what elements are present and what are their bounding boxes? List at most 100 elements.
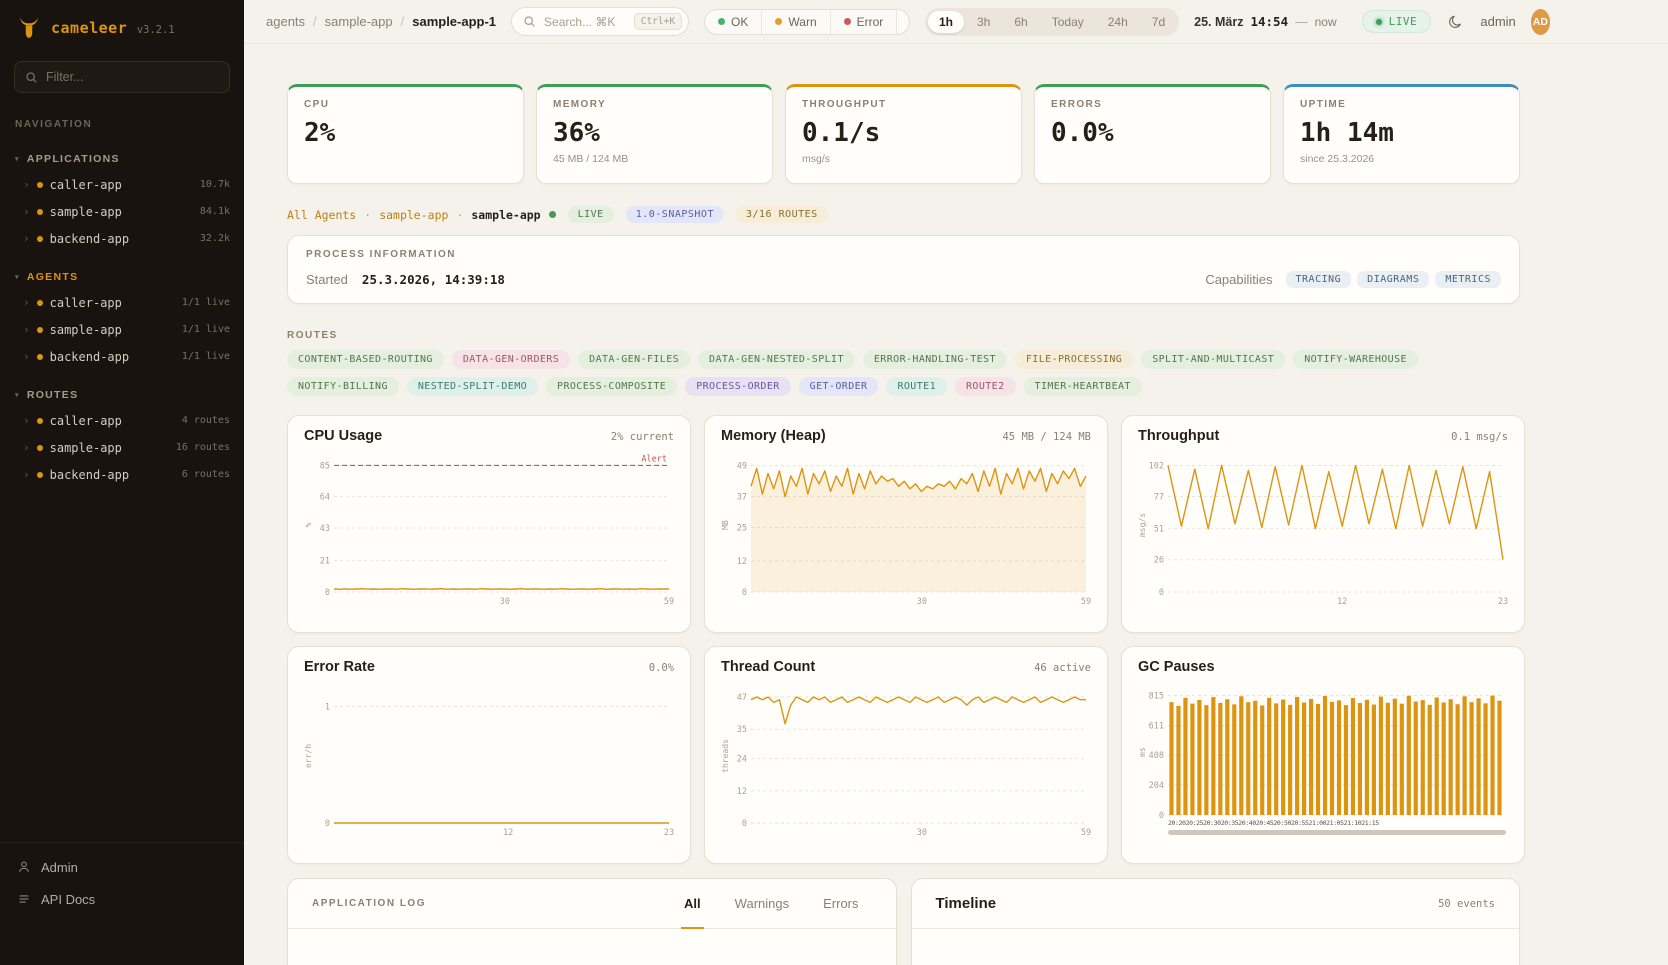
route-chip-process-order[interactable]: PROCESS-ORDER (685, 377, 790, 396)
chevron-right-icon: › (23, 232, 30, 245)
svg-text:77: 77 (1154, 492, 1164, 502)
svg-text:0: 0 (1159, 811, 1164, 821)
chart-header: Throughput0.1 msg/s (1138, 428, 1508, 444)
agent-badge-1-0-snapshot: 1.0-SNAPSHOT (626, 206, 724, 223)
chevron-down-icon: ▾ (15, 155, 20, 163)
chart-card-error-rate: Error Rate0.0%011223err/h (287, 646, 691, 864)
gc-time-scrollbar[interactable] (1168, 830, 1506, 835)
live-indicator[interactable]: LIVE (1362, 10, 1432, 33)
app-name: cameleer (51, 19, 127, 37)
chart-plot: 011223err/h (304, 679, 674, 839)
svg-text:23: 23 (664, 828, 674, 838)
route-chip-error-handling-test[interactable]: ERROR-HANDLING-TEST (863, 350, 1007, 369)
agent-bar: All Agents·sample-app·sample-appLIVE1.0-… (287, 206, 1520, 223)
sidebar-item-label: backend-app (50, 350, 129, 364)
route-chip-route1[interactable]: ROUTE1 (886, 377, 947, 396)
svg-text:85: 85 (320, 461, 330, 471)
breadcrumb-separator: / (313, 14, 317, 29)
svg-text:102: 102 (1149, 461, 1164, 471)
capability-diagrams: DIAGRAMS (1357, 271, 1429, 288)
datetime-separator: — (1295, 15, 1308, 29)
sidebar-item-routes-backend-app[interactable]: ›backend-app6 routes (0, 461, 244, 488)
chart-title: Throughput (1138, 428, 1219, 444)
time-range-today[interactable]: Today (1041, 11, 1095, 33)
svg-text:12: 12 (737, 557, 747, 567)
route-chip-notify-billing[interactable]: NOTIFY-BILLING (287, 377, 399, 396)
dark-mode-toggle[interactable] (1446, 9, 1465, 35)
sidebar-item-routes-sample-app[interactable]: ›sample-app16 routes (0, 434, 244, 461)
route-chip-timer-heartbeat[interactable]: TIMER-HEARTBEAT (1024, 377, 1142, 396)
svg-text:0: 0 (1159, 588, 1164, 598)
route-chip-split-and-multicast[interactable]: SPLIT-AND-MULTICAST (1141, 350, 1285, 369)
svg-text:35: 35 (737, 725, 747, 735)
sidebar-item-agents-caller-app[interactable]: ›caller-app1/1 live (0, 289, 244, 316)
time-range-24h[interactable]: 24h (1097, 11, 1139, 33)
app-logo[interactable]: cameleer v3.2.1 (0, 0, 244, 51)
sidebar: cameleer v3.2.1 NAVIGATION ▾APPLICATIONS… (0, 0, 244, 965)
now-label: now (1315, 15, 1337, 29)
chart-current-value: 2% current (611, 431, 674, 443)
status-filters: OK WarnErrorRunning (704, 9, 910, 35)
stat-value: 2% (304, 118, 507, 148)
status-filter-error[interactable]: Error (830, 10, 897, 34)
search-icon (523, 15, 536, 28)
route-chip-notify-warehouse[interactable]: NOTIFY-WAREHOUSE (1293, 350, 1418, 369)
log-tab-errors[interactable]: Errors (820, 879, 861, 929)
status-dot-icon (37, 472, 43, 478)
global-search[interactable]: Search... ⌘K Ctrl+K (511, 7, 689, 36)
sidebar-item-badge: 1/1 live (182, 351, 230, 362)
sidebar-item-agents-sample-app[interactable]: ›sample-app1/1 live (0, 316, 244, 343)
topbar: agents/sample-app/sample-app-1 Search...… (244, 0, 1668, 44)
stat-card-memory: MEMORY36%45 MB / 124 MB (536, 84, 773, 184)
route-chip-data-gen-files[interactable]: DATA-GEN-FILES (578, 350, 690, 369)
log-tab-warnings[interactable]: Warnings (732, 879, 792, 929)
sidebar-item-applications-sample-app[interactable]: ›sample-app84.1k (0, 198, 244, 225)
time-range-7d[interactable]: 7d (1141, 11, 1176, 33)
status-filter-warn[interactable]: Warn (761, 10, 829, 34)
breadcrumb-sample-app[interactable]: sample-app (325, 14, 393, 29)
route-chip-get-order[interactable]: GET-ORDER (799, 377, 879, 396)
time-range-1h[interactable]: 1h (928, 11, 964, 33)
breadcrumb-agents[interactable]: agents (266, 14, 305, 29)
time-range-3h[interactable]: 3h (966, 11, 1001, 33)
sidebar-item-label: caller-app (50, 414, 122, 428)
sidebar-api-docs[interactable]: API Docs (0, 883, 244, 915)
log-tab-all[interactable]: All (681, 879, 704, 929)
route-chip-data-gen-nested-split[interactable]: DATA-GEN-NESTED-SPLIT (698, 350, 855, 369)
nav-group-applications[interactable]: ▾APPLICATIONS (0, 153, 244, 165)
nav-group-routes[interactable]: ▾ROUTES (0, 389, 244, 401)
agent-crumb-1[interactable]: sample-app (379, 208, 448, 222)
chart-title: GC Pauses (1138, 659, 1215, 675)
sidebar-item-agents-backend-app[interactable]: › backend-app 1/1 live (0, 343, 244, 370)
route-chip-content-based-routing[interactable]: CONTENT-BASED-ROUTING (287, 350, 444, 369)
route-chip-process-composite[interactable]: PROCESS-COMPOSITE (546, 377, 677, 396)
timeline-title: Timeline (936, 895, 997, 912)
status-filter-running[interactable]: Running (896, 10, 910, 34)
stat-subtext: since 25.3.2026 (1300, 153, 1503, 165)
timeline-event-count: 50 events (1438, 898, 1495, 910)
sidebar-item-applications-backend-app[interactable]: ›backend-app32.2k (0, 225, 244, 252)
svg-text:30: 30 (917, 828, 927, 838)
route-chip-file-processing[interactable]: FILE-PROCESSING (1015, 350, 1133, 369)
datetime-picker[interactable]: 25. März 14:54 — now (1194, 14, 1337, 29)
nav-group-agents[interactable]: ▾AGENTS (0, 271, 244, 283)
status-filter-label: OK (731, 15, 748, 29)
status-filter-ok[interactable]: OK (705, 10, 761, 34)
route-chip-route2[interactable]: ROUTE2 (955, 377, 1016, 396)
sidebar-item-routes-caller-app[interactable]: ›caller-app4 routes (0, 407, 244, 434)
svg-text:64: 64 (320, 493, 330, 503)
bottom-panels: APPLICATION LOG AllWarningsErrors Timeli… (287, 878, 1520, 965)
avatar[interactable]: AD (1531, 9, 1550, 35)
chevron-right-icon: › (23, 350, 30, 363)
time-range-6h[interactable]: 6h (1003, 11, 1038, 33)
route-chip-nested-split-demo[interactable]: NESTED-SPLIT-DEMO (407, 377, 538, 396)
sidebar-item-label: caller-app (50, 178, 122, 192)
route-chip-data-gen-orders[interactable]: DATA-GEN-ORDERS (452, 350, 570, 369)
agent-crumb-0[interactable]: All Agents (287, 208, 356, 222)
stat-value: 1h 14m (1300, 118, 1503, 148)
filter-input[interactable] (46, 70, 219, 84)
docs-icon (17, 892, 31, 906)
sidebar-admin[interactable]: Admin (0, 851, 244, 883)
chart-canvas: 02651771021223msg/s (1138, 448, 1508, 608)
sidebar-item-applications-caller-app[interactable]: ›caller-app10.7k (0, 171, 244, 198)
